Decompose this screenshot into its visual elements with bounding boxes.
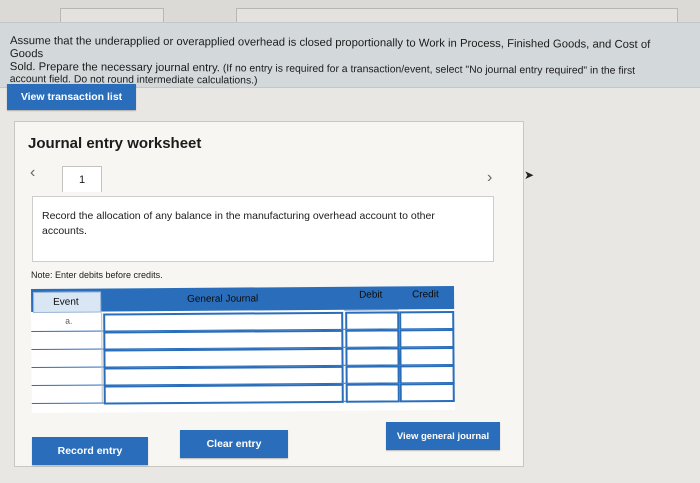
instructions-banner: Assume that the underapplied or overappl… bbox=[0, 22, 700, 88]
record-entry-button[interactable]: Record entry bbox=[32, 437, 148, 465]
prompt-text: Record the allocation of any balance in … bbox=[42, 210, 435, 237]
header-event: Event bbox=[53, 296, 79, 308]
worksheet-title: Journal entry worksheet bbox=[28, 135, 202, 152]
chevron-left-icon[interactable]: ‹ bbox=[30, 164, 35, 182]
table-row bbox=[31, 382, 455, 405]
table-header-row: Event General Journal Debit Credit bbox=[31, 286, 454, 312]
note-text: Note: Enter debits before credits. bbox=[31, 270, 163, 280]
mouse-cursor-icon: ➤ bbox=[524, 168, 535, 182]
step-tab[interactable]: 1 bbox=[62, 166, 102, 192]
view-transaction-list-button[interactable]: View transaction list bbox=[7, 84, 136, 110]
event-cell bbox=[31, 330, 103, 349]
credit-input[interactable] bbox=[399, 383, 455, 403]
header-general-journal: General Journal bbox=[187, 293, 259, 305]
journal-table: Event General Journal Debit Credit a. bbox=[31, 286, 455, 413]
event-cell bbox=[31, 384, 103, 403]
prompt-box: Record the allocation of any balance in … bbox=[32, 196, 494, 262]
header-credit: Credit bbox=[412, 289, 439, 301]
instructions-text: Assume that the underapplied or overappl… bbox=[9, 35, 651, 87]
view-general-journal-button[interactable]: View general journal bbox=[386, 422, 500, 450]
event-cell bbox=[31, 366, 103, 385]
event-cell bbox=[31, 348, 103, 367]
header-debit: Debit bbox=[359, 289, 383, 301]
debit-input[interactable] bbox=[345, 383, 400, 403]
event-cell: a. bbox=[31, 312, 103, 331]
clear-entry-button[interactable]: Clear entry bbox=[180, 430, 288, 458]
account-input[interactable] bbox=[103, 383, 344, 405]
chevron-right-icon[interactable]: › bbox=[487, 169, 492, 187]
step-number: 1 bbox=[78, 173, 86, 186]
